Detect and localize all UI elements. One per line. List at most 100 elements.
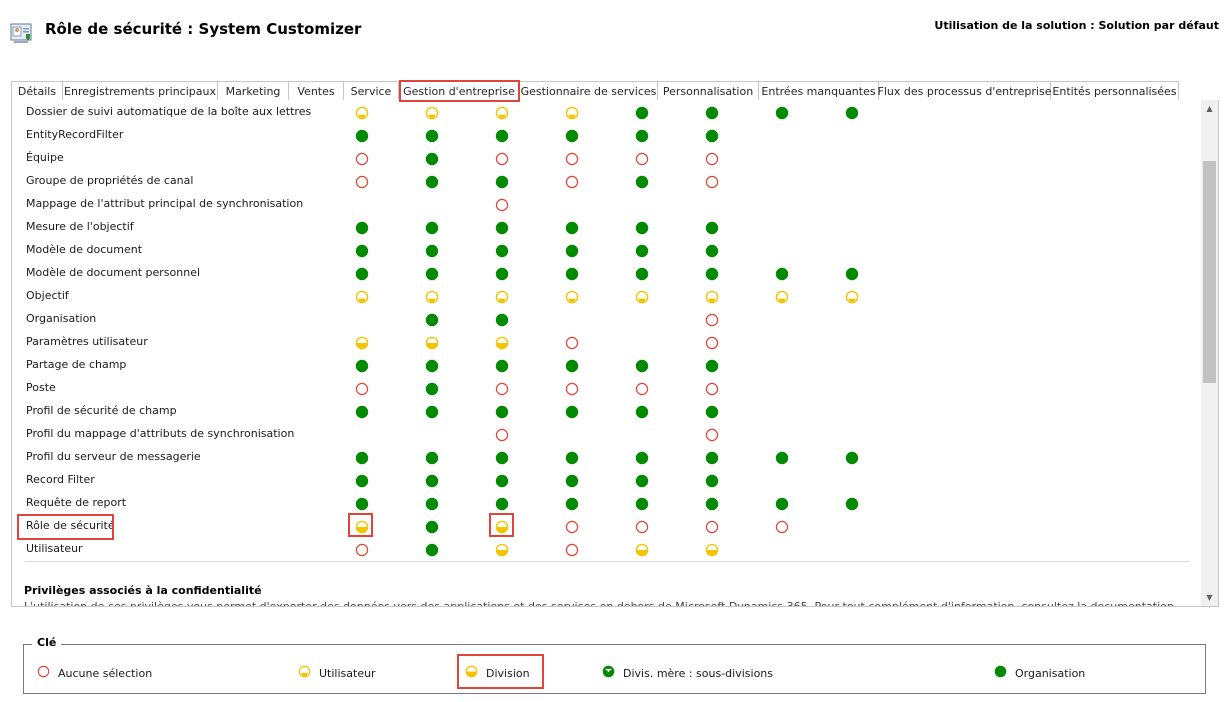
no-selection-icon[interactable] [565,152,579,166]
organization-icon[interactable] [425,175,439,189]
no-selection-icon[interactable] [495,428,509,442]
organization-icon[interactable] [495,221,509,235]
organization-icon[interactable] [705,106,719,120]
no-selection-icon[interactable] [635,520,649,534]
organization-icon[interactable] [705,359,719,373]
organization-icon[interactable] [425,129,439,143]
organization-icon[interactable] [495,474,509,488]
organization-icon[interactable] [355,405,369,419]
organization-icon[interactable] [565,244,579,258]
no-selection-icon[interactable] [565,175,579,189]
no-selection-icon[interactable] [495,152,509,166]
no-selection-icon[interactable] [565,543,579,557]
no-selection-icon[interactable] [705,336,719,350]
tab-missing-entities[interactable]: Entrées manquantes [759,81,879,101]
user-level-icon[interactable] [425,290,439,304]
no-selection-icon[interactable] [565,336,579,350]
no-selection-icon[interactable] [355,543,369,557]
no-selection-icon[interactable] [355,175,369,189]
no-selection-icon[interactable] [355,152,369,166]
tab-marketing[interactable]: Marketing [218,81,289,101]
user-level-icon[interactable] [845,290,859,304]
organization-icon[interactable] [635,221,649,235]
business-unit-icon[interactable] [705,543,719,557]
organization-icon[interactable] [425,152,439,166]
scroll-down-icon[interactable]: ▼ [1201,589,1218,606]
business-unit-icon[interactable] [355,520,369,534]
tab-customization[interactable]: Personnalisation [658,81,759,101]
organization-icon[interactable] [425,359,439,373]
user-level-icon[interactable] [775,290,789,304]
no-selection-icon[interactable] [705,175,719,189]
organization-icon[interactable] [425,497,439,511]
organization-icon[interactable] [355,497,369,511]
organization-icon[interactable] [775,497,789,511]
no-selection-icon[interactable] [705,520,719,534]
organization-icon[interactable] [355,451,369,465]
organization-icon[interactable] [635,267,649,281]
organization-icon[interactable] [845,497,859,511]
tab-service-management[interactable]: Gestionnaire de services [520,81,658,101]
organization-icon[interactable] [425,451,439,465]
no-selection-icon[interactable] [705,382,719,396]
organization-icon[interactable] [565,405,579,419]
organization-icon[interactable] [425,543,439,557]
organization-icon[interactable] [425,382,439,396]
scrollbar-thumb[interactable] [1203,161,1216,383]
organization-icon[interactable] [495,313,509,327]
organization-icon[interactable] [705,244,719,258]
organization-icon[interactable] [845,451,859,465]
no-selection-icon[interactable] [565,382,579,396]
organization-icon[interactable] [355,359,369,373]
organization-icon[interactable] [425,520,439,534]
organization-icon[interactable] [775,267,789,281]
organization-icon[interactable] [775,451,789,465]
organization-icon[interactable] [635,359,649,373]
organization-icon[interactable] [635,129,649,143]
tab-business-process-flows[interactable]: Flux des processus d'entreprise [878,81,1052,101]
organization-icon[interactable] [355,221,369,235]
organization-icon[interactable] [495,497,509,511]
user-level-icon[interactable] [635,290,649,304]
no-selection-icon[interactable] [495,382,509,396]
organization-icon[interactable] [495,451,509,465]
user-level-icon[interactable] [355,106,369,120]
user-level-icon[interactable] [425,106,439,120]
no-selection-icon[interactable] [705,152,719,166]
organization-icon[interactable] [565,129,579,143]
organization-icon[interactable] [705,451,719,465]
organization-icon[interactable] [565,359,579,373]
no-selection-icon[interactable] [565,520,579,534]
organization-icon[interactable] [635,451,649,465]
organization-icon[interactable] [425,474,439,488]
organization-icon[interactable] [705,221,719,235]
organization-icon[interactable] [845,267,859,281]
organization-icon[interactable] [495,267,509,281]
organization-icon[interactable] [635,497,649,511]
organization-icon[interactable] [635,474,649,488]
no-selection-icon[interactable] [355,382,369,396]
organization-icon[interactable] [565,474,579,488]
organization-icon[interactable] [705,474,719,488]
tab-service[interactable]: Service [344,81,399,101]
organization-icon[interactable] [425,244,439,258]
tab-sales[interactable]: Ventes [289,81,344,101]
tab-core-records[interactable]: Enregistrements principaux [63,81,218,101]
business-unit-icon[interactable] [495,543,509,557]
user-level-icon[interactable] [565,290,579,304]
organization-icon[interactable] [635,244,649,258]
organization-icon[interactable] [495,129,509,143]
organization-icon[interactable] [775,106,789,120]
organization-icon[interactable] [635,106,649,120]
user-level-icon[interactable] [355,290,369,304]
user-level-icon[interactable] [495,290,509,304]
organization-icon[interactable] [705,405,719,419]
organization-icon[interactable] [425,405,439,419]
organization-icon[interactable] [425,221,439,235]
organization-icon[interactable] [355,474,369,488]
organization-icon[interactable] [355,129,369,143]
no-selection-icon[interactable] [635,382,649,396]
organization-icon[interactable] [425,313,439,327]
organization-icon[interactable] [495,175,509,189]
no-selection-icon[interactable] [635,152,649,166]
